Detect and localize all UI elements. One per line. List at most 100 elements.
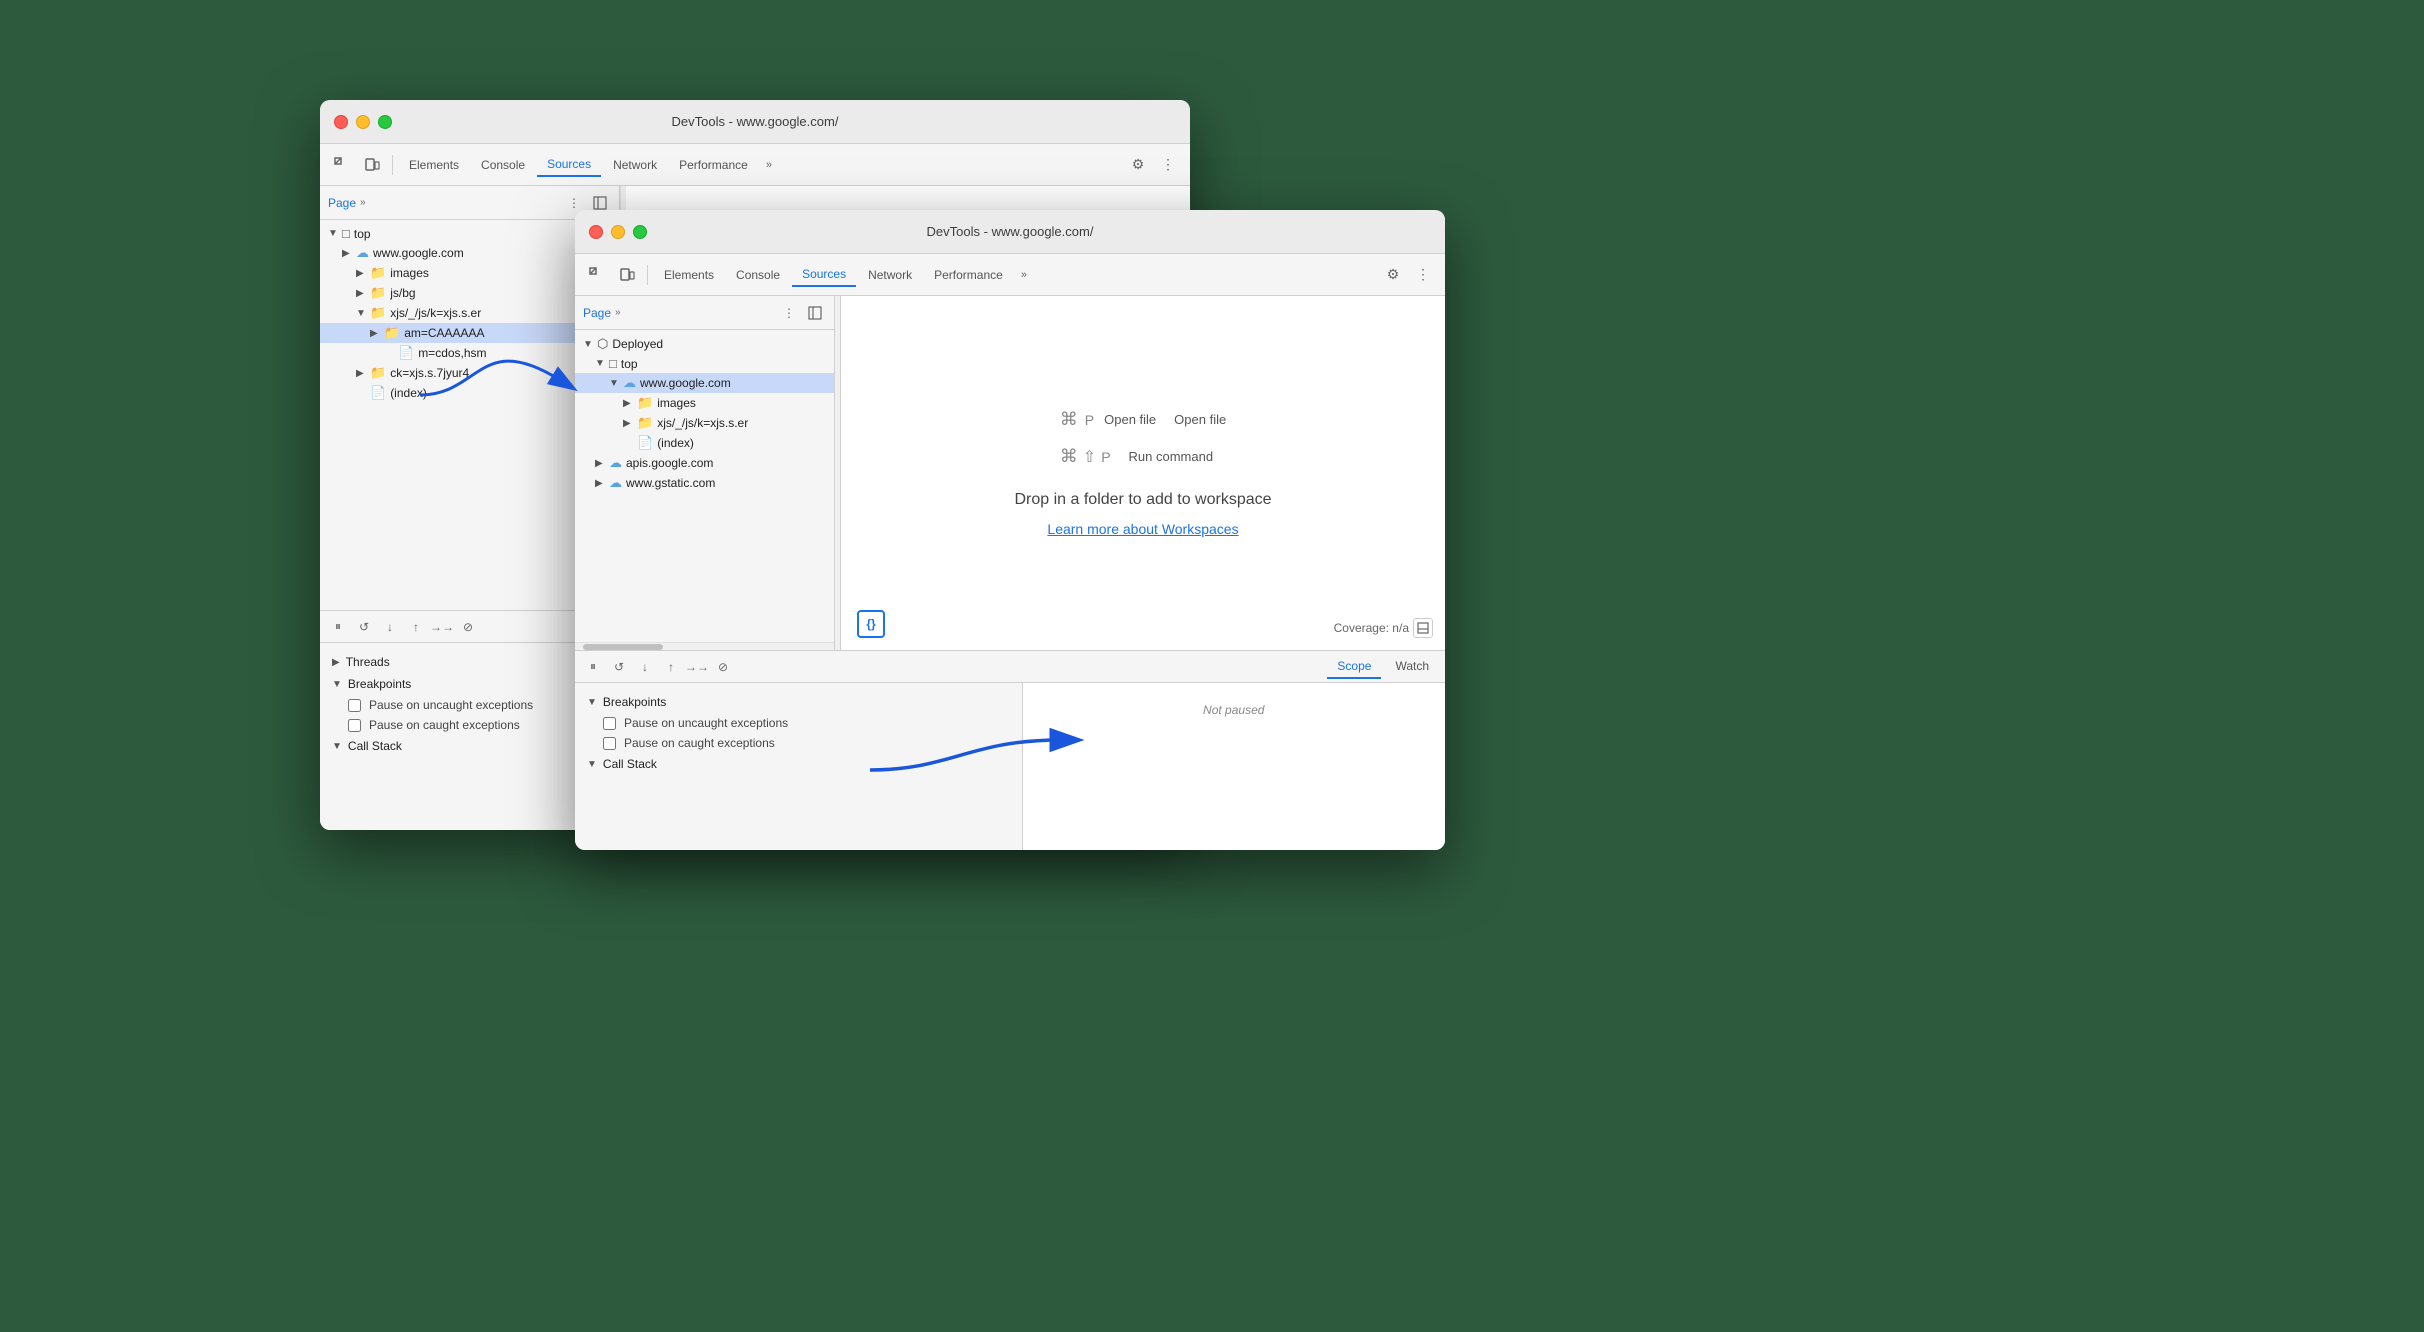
toolbar-settings-front: ⚙ ⋮ [1379,261,1437,289]
shortcut-row-2-front: ⌘ ⇧ P Run command [1060,446,1226,467]
close-button-front[interactable] [589,225,603,239]
pause-caught-checkbox-back[interactable] [348,719,361,732]
more-tabs-back[interactable]: » [760,155,778,175]
step-icon-back[interactable]: →→ [430,615,454,639]
kbd-2-front: ⌘ ⇧ P [1060,446,1111,467]
file-tree-front: ▼ ⬡ Deployed ▼ □ top ▼ ☁ www.google.com … [575,330,834,642]
tree-item-apis[interactable]: ▶ ☁ apis.google.com [575,453,834,473]
inspect-icon[interactable] [328,151,356,179]
tree-item-xjs-front[interactable]: ▶ 📁 xjs/_/js/k=xjs.s.er [575,413,834,433]
center-panel-front: {} Coverage: n/a ⌘ P Open file [841,296,1445,650]
pause-icon-back[interactable]: ⏸ [326,615,350,639]
bottom-content-left-front: ▼ Breakpoints Pause on uncaught exceptio… [575,683,1023,850]
toolbar-separator-1 [392,155,393,175]
tab-performance-front[interactable]: Performance [924,264,1013,286]
pause-uncaught-checkbox-front[interactable] [603,717,616,730]
minimize-button[interactable] [356,115,370,129]
deactivate-icon-front[interactable]: ⊘ [711,655,735,679]
keyboard-shortcuts-front: ⌘ P Open file Open file ⌘ ⇧ P Run comman… [1060,409,1226,467]
bottom-toolbar-front: ⏸ ↺ ↓ ↑ →→ ⊘ Scope Watch [575,651,1445,683]
drop-text-front: Drop in a folder to add to workspace [1014,491,1271,509]
tab-network-back[interactable]: Network [603,154,667,176]
devtools-window-front: DevTools - www.google.com/ Elements Cons… [575,210,1445,850]
close-button[interactable] [334,115,348,129]
tree-item-top-front[interactable]: ▼ □ top [575,354,834,373]
title-bar-back: DevTools - www.google.com/ [320,100,1190,144]
bottom-content-right-front: Not paused [1023,683,1446,850]
tab-performance-back[interactable]: Performance [669,154,758,176]
bottom-split-front: ▼ Breakpoints Pause on uncaught exceptio… [575,683,1445,850]
toolbar-front: Elements Console Sources Network Perform… [575,254,1445,296]
tab-sources-back[interactable]: Sources [537,153,601,177]
horiz-scroll-front [575,642,834,650]
minimize-button-front[interactable] [611,225,625,239]
horiz-scroll-thumb-front [583,644,663,650]
step-into-icon-front[interactable]: ↓ [633,655,657,679]
tab-elements-back[interactable]: Elements [399,154,469,176]
bottom-tabs-front: Scope Watch [1327,655,1439,679]
title-bar-front: DevTools - www.google.com/ [575,210,1445,254]
sidebar-front: Page » ⋮ ▼ ⬡ Deployed [575,296,835,650]
inspect-icon-front[interactable] [583,261,611,289]
step-out-icon-front[interactable]: ↑ [659,655,683,679]
shortcut-row-1-front: ⌘ P Open file Open file [1060,409,1226,430]
tree-item-deployed[interactable]: ▼ ⬡ Deployed [575,334,834,354]
sidebar-chevron-front: » [615,307,621,318]
pause-uncaught-checkbox-back[interactable] [348,699,361,712]
step-icon-front[interactable]: →→ [685,655,709,679]
toolbar-settings-back: ⚙ ⋮ [1124,151,1182,179]
step-over-icon-front[interactable]: ↺ [607,655,631,679]
tab-console-back[interactable]: Console [471,154,535,176]
maximize-button[interactable] [378,115,392,129]
deactivate-icon-back[interactable]: ⊘ [456,615,480,639]
learn-link-front[interactable]: Learn more about Workspaces [1047,521,1238,537]
pause-caught-checkbox-front[interactable] [603,737,616,750]
tab-network-front[interactable]: Network [858,264,922,286]
step-over-icon-back[interactable]: ↺ [352,615,376,639]
kbd-1-front: ⌘ P [1060,409,1094,430]
traffic-lights-front [589,225,647,239]
not-paused-text: Not paused [1023,683,1446,737]
maximize-button-front[interactable] [633,225,647,239]
shortcut-1-label-front: Open file [1104,412,1156,427]
coverage-badge-front: Coverage: n/a [1334,618,1433,638]
menu-icon-front[interactable]: ⋮ [1409,261,1437,289]
sidebar-chevron-back: » [360,197,366,208]
step-out-icon-back[interactable]: ↑ [404,615,428,639]
tree-item-google-front[interactable]: ▼ ☁ www.google.com [575,373,834,393]
callstack-section-front[interactable]: ▼ Call Stack [587,753,1010,775]
window-title-back: DevTools - www.google.com/ [672,114,839,129]
menu-icon-back[interactable]: ⋮ [1154,151,1182,179]
tab-elements-front[interactable]: Elements [654,264,724,286]
pause-icon-front[interactable]: ⏸ [581,655,605,679]
device-icon-front[interactable] [613,261,641,289]
pause-uncaught-front[interactable]: Pause on uncaught exceptions [587,713,1010,733]
window-title-front: DevTools - www.google.com/ [927,224,1094,239]
device-icon[interactable] [358,151,386,179]
more-tabs-front[interactable]: » [1015,265,1033,285]
format-button-front[interactable]: {} [857,610,885,638]
pause-caught-front[interactable]: Pause on caught exceptions [587,733,1010,753]
coverage-panel-icon[interactable] [1413,618,1433,638]
sidebar-header-front: Page » ⋮ [575,296,834,330]
settings-icon-front[interactable]: ⚙ [1379,261,1407,289]
toolbar-back: Elements Console Sources Network Perform… [320,144,1190,186]
sidebar-actions-front: ⋮ [778,302,826,324]
traffic-lights-back [334,115,392,129]
tab-sources-front[interactable]: Sources [792,263,856,287]
sidebar-tab-page-front[interactable]: Page [583,306,611,320]
main-content-front: Page » ⋮ ▼ ⬡ Deployed [575,296,1445,650]
breakpoints-section-front[interactable]: ▼ Breakpoints [587,691,1010,713]
tab-console-front[interactable]: Console [726,264,790,286]
settings-icon-back[interactable]: ⚙ [1124,151,1152,179]
watch-tab-front[interactable]: Watch [1385,655,1439,679]
toolbar-separator-front [647,265,648,285]
step-into-icon-back[interactable]: ↓ [378,615,402,639]
sidebar-panel-front[interactable] [804,302,826,324]
sidebar-tab-page-back[interactable]: Page [328,196,356,210]
tree-item-index-front[interactable]: 📄 (index) [575,433,834,453]
tree-item-images-front[interactable]: ▶ 📁 images [575,393,834,413]
scope-tab-front[interactable]: Scope [1327,655,1381,679]
sidebar-more-front[interactable]: ⋮ [778,302,800,324]
tree-item-gstatic[interactable]: ▶ ☁ www.gstatic.com [575,473,834,493]
